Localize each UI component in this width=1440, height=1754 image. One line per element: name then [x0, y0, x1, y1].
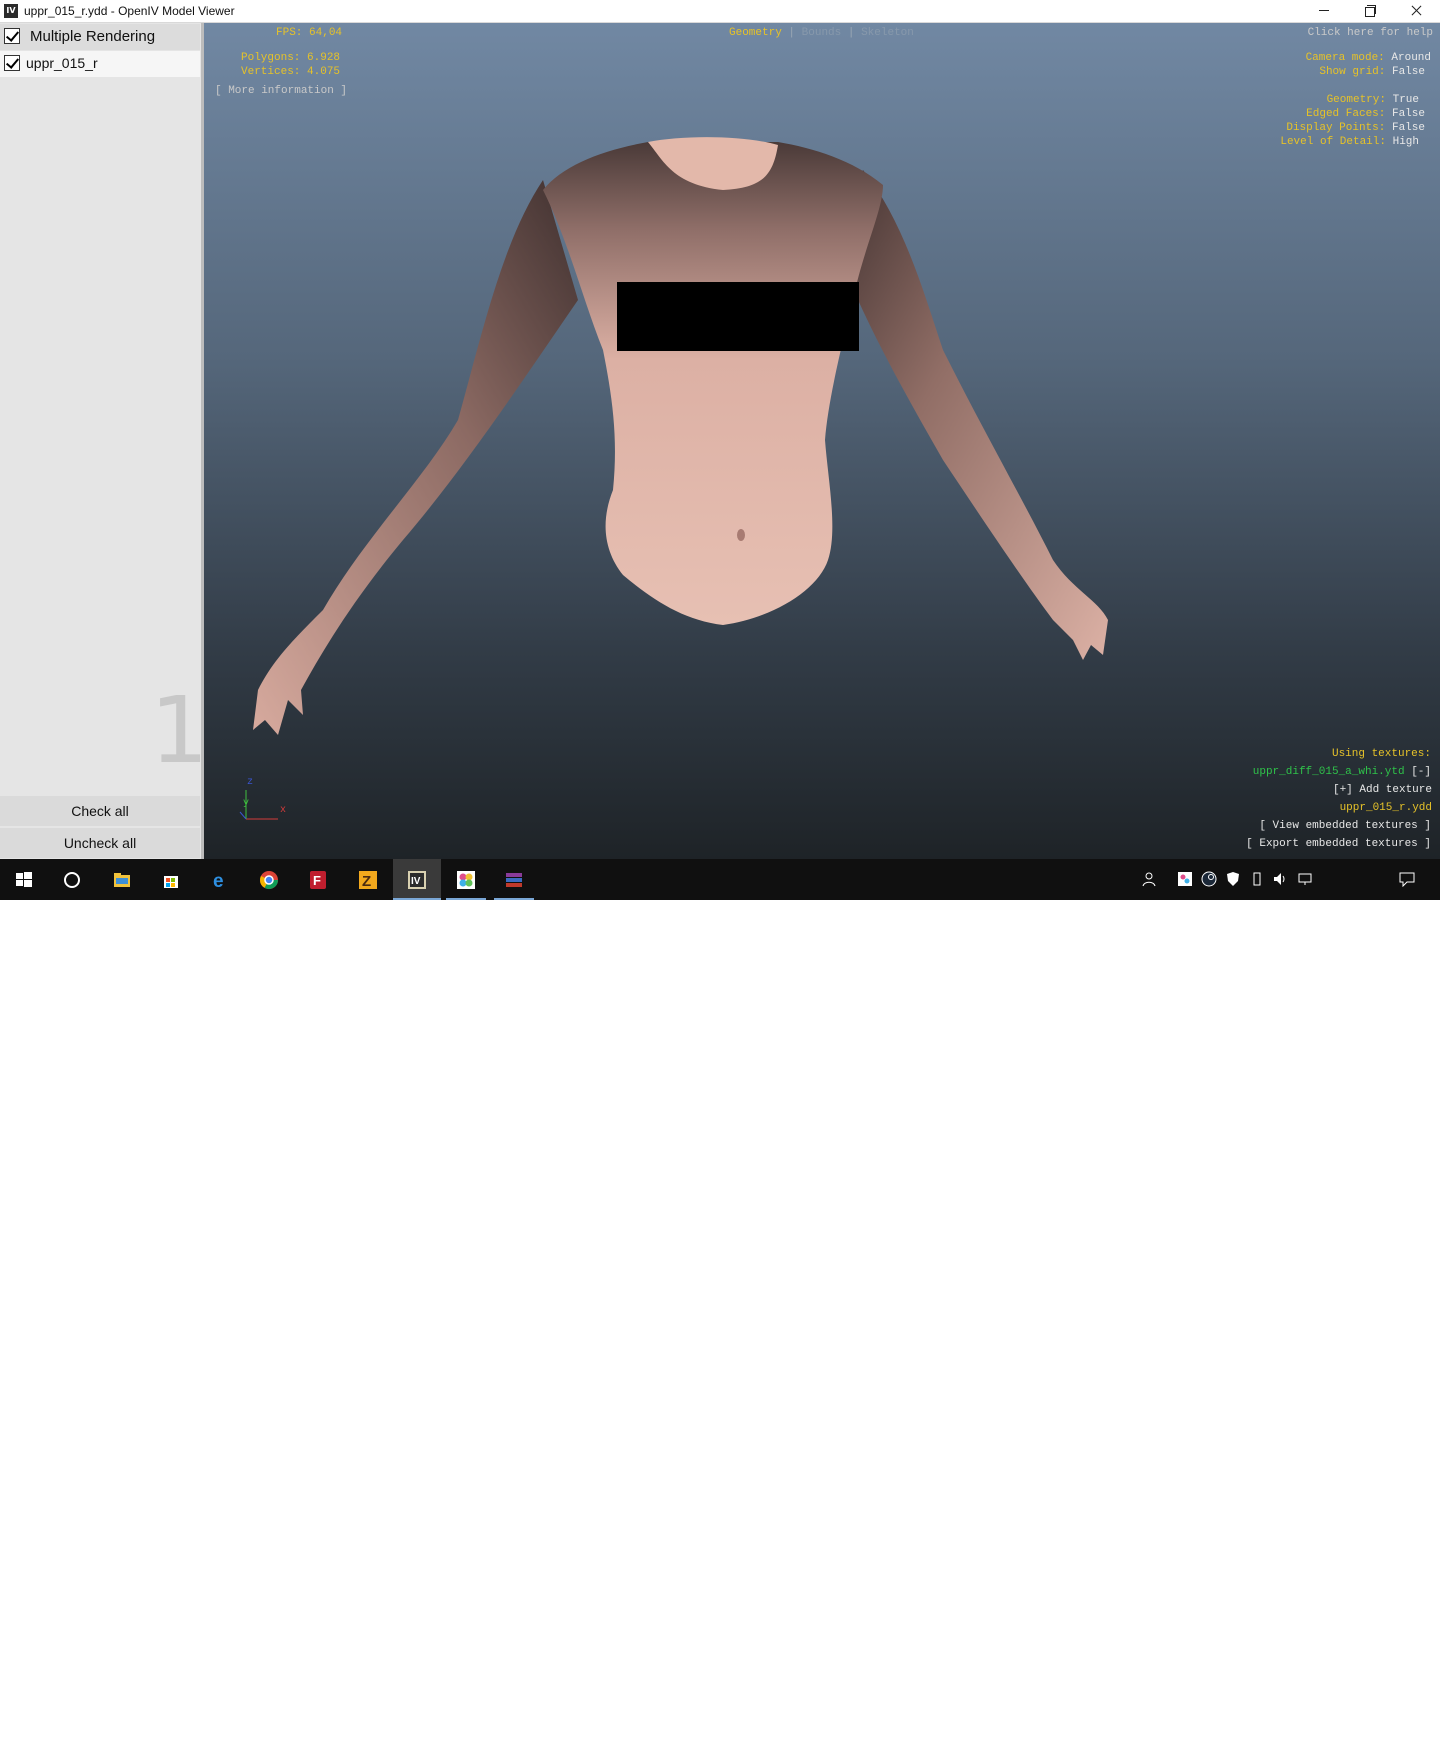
tab-geometry[interactable]: Geometry	[729, 27, 782, 39]
render-mode-tabs: Geometry | Bounds | Skeleton	[729, 27, 914, 39]
right-arm-shape	[833, 170, 1108, 660]
using-textures-label: Using textures:	[1331, 748, 1431, 760]
svg-text:e: e	[213, 871, 224, 890]
edged-faces-setting[interactable]: Edged Faces: False	[1306, 108, 1425, 120]
model-sidebar: Multiple Rendering uppr_015_r 1 Check al…	[0, 23, 209, 859]
mode-separator: |	[788, 27, 796, 39]
3d-viewport[interactable]: z y x FPS: 64,04 Polygons: 6.928 Vertice…	[201, 23, 1440, 859]
help-link[interactable]: Click here for help	[1308, 27, 1433, 39]
torso-shape	[543, 142, 883, 625]
photos-icon[interactable]	[442, 859, 490, 900]
multiple-rendering-row[interactable]: Multiple Rendering	[0, 24, 200, 50]
mode-separator: |	[847, 27, 855, 39]
camera-mode-setting[interactable]: Camera mode: Around	[1306, 52, 1431, 64]
level-of-detail-setting[interactable]: Level of Detail: High	[1280, 136, 1419, 148]
export-embedded-textures-link[interactable]: [ Export embedded textures ]	[1246, 838, 1431, 850]
remove-texture-button[interactable]: [-]	[1411, 766, 1431, 778]
minimize-button[interactable]	[1301, 0, 1347, 22]
multiple-rendering-checkbox[interactable]	[4, 28, 20, 44]
window-title: uppr_015_r.ydd - OpenIV Model Viewer	[24, 4, 235, 18]
fps-readout: FPS: 64,04	[276, 27, 343, 39]
taskbar-clock-date[interactable]: 07/11/2017	[1320, 1740, 1384, 1754]
display-points-setting[interactable]: Display Points: False	[1286, 122, 1425, 134]
steam-icon[interactable]	[1201, 871, 1217, 887]
geometry-setting[interactable]: Geometry: True	[1327, 94, 1419, 106]
filezilla-z-icon[interactable]: Z	[344, 859, 392, 900]
axis-x-label: x	[280, 805, 287, 816]
notifications-icon[interactable]	[1399, 871, 1415, 887]
show-grid-setting[interactable]: Show grid: False	[1319, 66, 1425, 78]
windows-start-icon[interactable]	[0, 859, 48, 900]
restore-button[interactable]	[1347, 0, 1393, 22]
axis-z-label: z	[247, 777, 254, 788]
model-count: 1	[150, 677, 209, 784]
tab-skeleton[interactable]: Skeleton	[861, 27, 914, 39]
uncheck-all-button[interactable]: Uncheck all	[0, 828, 200, 858]
model-item-label: uppr_015_r	[26, 55, 98, 71]
defender-icon[interactable]	[1225, 871, 1241, 887]
texture-entry: uppr_diff_015_a_whi.ytd [-]	[1253, 766, 1431, 778]
model-file-label: uppr_015_r.ydd	[1339, 802, 1432, 814]
axis-y-label: y	[243, 798, 250, 809]
tab-bounds[interactable]: Bounds	[802, 27, 842, 39]
title-bar: IV uppr_015_r.ydd - OpenIV Model Viewer	[0, 0, 1440, 23]
add-texture-button[interactable]: [+] Add texture	[1333, 784, 1432, 796]
openiv-icon[interactable]: IV	[393, 859, 441, 900]
file-explorer-icon[interactable]	[98, 859, 146, 900]
volume-icon[interactable]	[1272, 871, 1288, 887]
model-checkbox[interactable]	[4, 55, 20, 71]
winrar-icon[interactable]	[490, 859, 538, 900]
close-button[interactable]	[1393, 0, 1439, 22]
people-icon[interactable]	[1141, 871, 1157, 887]
check-all-button[interactable]: Check all	[0, 796, 200, 826]
taskbar: e F Z IV 17:11 07/11/2017	[0, 859, 1440, 1754]
list-item-model[interactable]: uppr_015_r	[0, 51, 200, 77]
store-icon[interactable]	[147, 859, 195, 900]
more-information-link[interactable]: [ More information ]	[215, 85, 347, 97]
view-embedded-textures-link[interactable]: [ View embedded textures ]	[1259, 820, 1431, 832]
svg-text:F: F	[313, 873, 321, 888]
photos-tray-icon[interactable]	[1177, 871, 1193, 887]
filezilla-icon[interactable]: F	[294, 859, 342, 900]
openiv-app-icon: IV	[4, 4, 18, 18]
edge-icon[interactable]: e	[197, 859, 245, 900]
usb-icon[interactable]	[1249, 871, 1265, 887]
vertices-readout: Vertices: 4.075	[241, 66, 341, 78]
censor-bar	[617, 282, 859, 351]
multiple-rendering-label: Multiple Rendering	[30, 28, 156, 45]
chrome-icon[interactable]	[245, 859, 293, 900]
character-model	[239, 137, 1108, 820]
network-icon[interactable]	[1297, 871, 1313, 887]
texture-file-link[interactable]: uppr_diff_015_a_whi.ytd	[1253, 766, 1405, 778]
polygons-readout: Polygons: 6.928	[241, 52, 341, 64]
taskbar-clock-time[interactable]: 17:11	[1320, 1723, 1384, 1737]
svg-text:Z: Z	[362, 873, 371, 890]
left-arm-shape	[253, 180, 578, 735]
svg-text:IV: IV	[411, 876, 421, 887]
cortana-icon[interactable]	[48, 859, 96, 900]
